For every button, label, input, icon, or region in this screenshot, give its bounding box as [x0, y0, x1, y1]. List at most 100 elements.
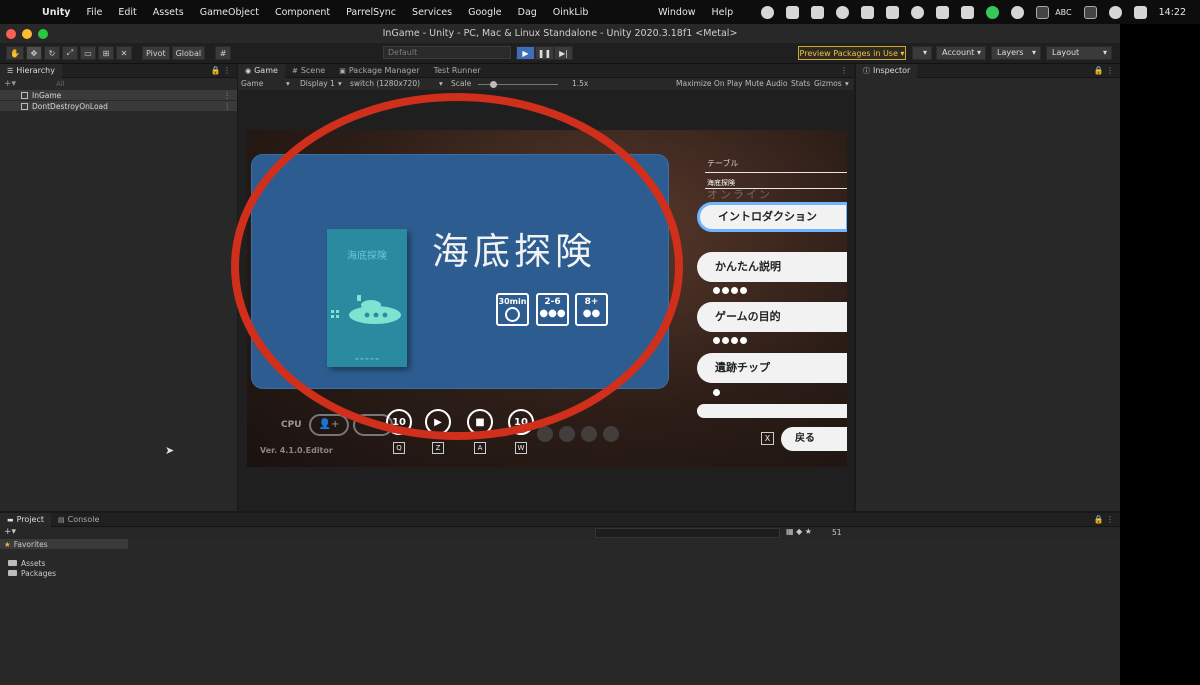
simple-rules-button[interactable]: かんたん説明: [697, 252, 847, 282]
favorites-row[interactable]: ★ Favorites: [0, 539, 128, 549]
layers-dropdown[interactable]: Layers: [991, 46, 1041, 60]
submarine-faint-icon: [603, 426, 619, 442]
rect-tool-icon[interactable]: ▭: [79, 46, 96, 60]
menu-gameobject[interactable]: GameObject: [192, 7, 267, 18]
menu-parrelsync[interactable]: ParrelSync: [338, 7, 404, 18]
menu-app-unity[interactable]: Unity: [34, 7, 78, 18]
tab-game[interactable]: ◉ Game: [238, 63, 285, 78]
snap-icon[interactable]: #: [215, 46, 232, 60]
input-source-icon[interactable]: [1036, 5, 1050, 19]
gizmos-dropdown[interactable]: Gizmos: [814, 79, 842, 88]
title-bar: InGame - Unity - PC, Mac & Linux Standal…: [0, 24, 1120, 43]
progress-pips: [713, 287, 749, 294]
scale-tool-icon[interactable]: ⤢: [61, 46, 78, 60]
game-goal-button[interactable]: ゲームの目的: [697, 302, 847, 332]
lock-icon[interactable]: 🔒 ⋮: [210, 66, 231, 75]
lock-icon[interactable]: 🔒 ⋮: [1093, 515, 1114, 524]
menu-window[interactable]: Window: [650, 7, 703, 18]
transform-tool-icon[interactable]: ⊞: [97, 46, 114, 60]
folder-icon: ▬: [7, 515, 14, 524]
cube-icon[interactable]: [861, 5, 875, 19]
hierarchy-search-input[interactable]: All: [56, 80, 236, 89]
menu-file[interactable]: File: [78, 7, 110, 18]
package-icon: ▣: [339, 66, 346, 75]
tab-console[interactable]: ▤ Console: [51, 513, 106, 527]
tab-project[interactable]: ▬ Project: [0, 512, 51, 527]
tab-package-manager[interactable]: ▣ Package Manager: [332, 64, 426, 78]
annotation-ellipse: [231, 93, 683, 440]
extension-icon[interactable]: [836, 5, 850, 19]
tab-scene[interactable]: # Scene: [285, 64, 332, 78]
line-icon[interactable]: [986, 5, 1000, 19]
layout-dropdown[interactable]: Layout: [1046, 46, 1112, 60]
hidden-count[interactable]: 51: [832, 528, 842, 537]
step-button[interactable]: ▶|: [554, 46, 573, 60]
control-center-icon[interactable]: [1133, 5, 1147, 19]
project-folder-tree: ★ Favorites Assets Packages: [0, 539, 128, 685]
hierarchy-row-ingame[interactable]: InGame ⋮: [0, 90, 237, 100]
editor-mode-dropdown[interactable]: Default: [383, 46, 511, 59]
hand-tool-icon[interactable]: ✋: [6, 46, 24, 60]
maximize-on-play-toggle[interactable]: Maximize On Play: [676, 79, 743, 88]
input-source-label: ABC: [1055, 7, 1072, 17]
menu-google[interactable]: Google: [460, 7, 510, 18]
mute-audio-toggle[interactable]: Mute Audio: [745, 79, 787, 88]
pause-button[interactable]: ❚❚: [535, 46, 554, 60]
preview-packages-button[interactable]: Preview Packages in Use ▾: [798, 46, 906, 60]
menu-assets[interactable]: Assets: [145, 7, 192, 18]
menu-oinklib[interactable]: OinkLib: [545, 7, 597, 18]
custom-tool-icon[interactable]: ✕: [115, 46, 132, 60]
rotate-tool-icon[interactable]: ↻: [43, 46, 60, 60]
pivot-toggle[interactable]: Pivot: [141, 46, 170, 60]
add-cpu-button[interactable]: 👤+: [309, 414, 349, 436]
folder-packages[interactable]: Packages: [0, 568, 128, 578]
dropbox-icon[interactable]: [786, 5, 800, 19]
play-button[interactable]: ▶: [516, 46, 535, 60]
scale-slider-handle[interactable]: [490, 81, 497, 88]
account-dropdown[interactable]: Account: [936, 46, 986, 60]
gamepad-icon[interactable]: [811, 5, 825, 19]
folder-assets[interactable]: Assets: [0, 558, 128, 568]
ruin-chips-button[interactable]: 遺跡チップ: [697, 353, 847, 383]
clock[interactable]: 14:22: [1159, 7, 1186, 18]
global-toggle[interactable]: Global: [171, 46, 206, 60]
menu-dag[interactable]: Dag: [510, 7, 545, 18]
hierarchy-row-dontdestroyonload[interactable]: DontDestroyOnLoad ⋮: [0, 101, 237, 111]
intro-button[interactable]: イントロダクション: [697, 202, 847, 232]
time-machine-icon[interactable]: [1011, 5, 1025, 19]
wifi-icon[interactable]: [1108, 5, 1122, 19]
filter-icon[interactable]: ▦ ◆ ★: [786, 527, 812, 536]
battery-icon[interactable]: [1083, 5, 1097, 19]
display-dropdown[interactable]: Display 1: [300, 79, 335, 88]
key-w: W: [515, 442, 527, 454]
menu-services[interactable]: Services: [404, 7, 460, 18]
crown-icon[interactable]: [961, 5, 975, 19]
move-tool-icon[interactable]: ✥: [25, 46, 42, 60]
record-icon[interactable]: [761, 5, 775, 19]
game-view-dropdown[interactable]: Game: [241, 79, 263, 88]
tools-icon[interactable]: [886, 5, 900, 19]
table-label: テーブル: [707, 159, 739, 168]
add-icon[interactable]: +▾: [4, 79, 16, 89]
more-icon[interactable]: ⋮: [224, 102, 232, 111]
more-icon[interactable]: ⋮: [840, 66, 848, 75]
back-button[interactable]: 戻る: [781, 427, 847, 451]
menu-help[interactable]: Help: [704, 7, 742, 18]
lock-icon[interactable]: 🔒 ⋮: [1093, 66, 1114, 75]
add-icon[interactable]: +▾: [4, 527, 16, 537]
app-icon[interactable]: [936, 5, 950, 19]
stats-toggle[interactable]: Stats: [791, 79, 810, 88]
scale-value: 1.5x: [572, 79, 589, 88]
project-search-input[interactable]: [595, 528, 780, 538]
tab-test-runner[interactable]: Test Runner: [427, 64, 488, 78]
macos-menu-bar: Unity File Edit Assets GameObject Compon…: [0, 0, 1200, 24]
tab-label: Game: [254, 65, 278, 75]
tab-inspector[interactable]: ⓘ Inspector: [856, 63, 918, 78]
more-icon[interactable]: ⋮: [224, 91, 232, 100]
stats-icon[interactable]: [911, 5, 925, 19]
tab-hierarchy[interactable]: ☰ Hierarchy: [0, 63, 62, 78]
menu-edit[interactable]: Edit: [110, 7, 144, 18]
resolution-dropdown[interactable]: switch (1280x720): [350, 79, 420, 88]
menu-component[interactable]: Component: [267, 7, 338, 18]
cloud-icon[interactable]: [912, 46, 932, 60]
